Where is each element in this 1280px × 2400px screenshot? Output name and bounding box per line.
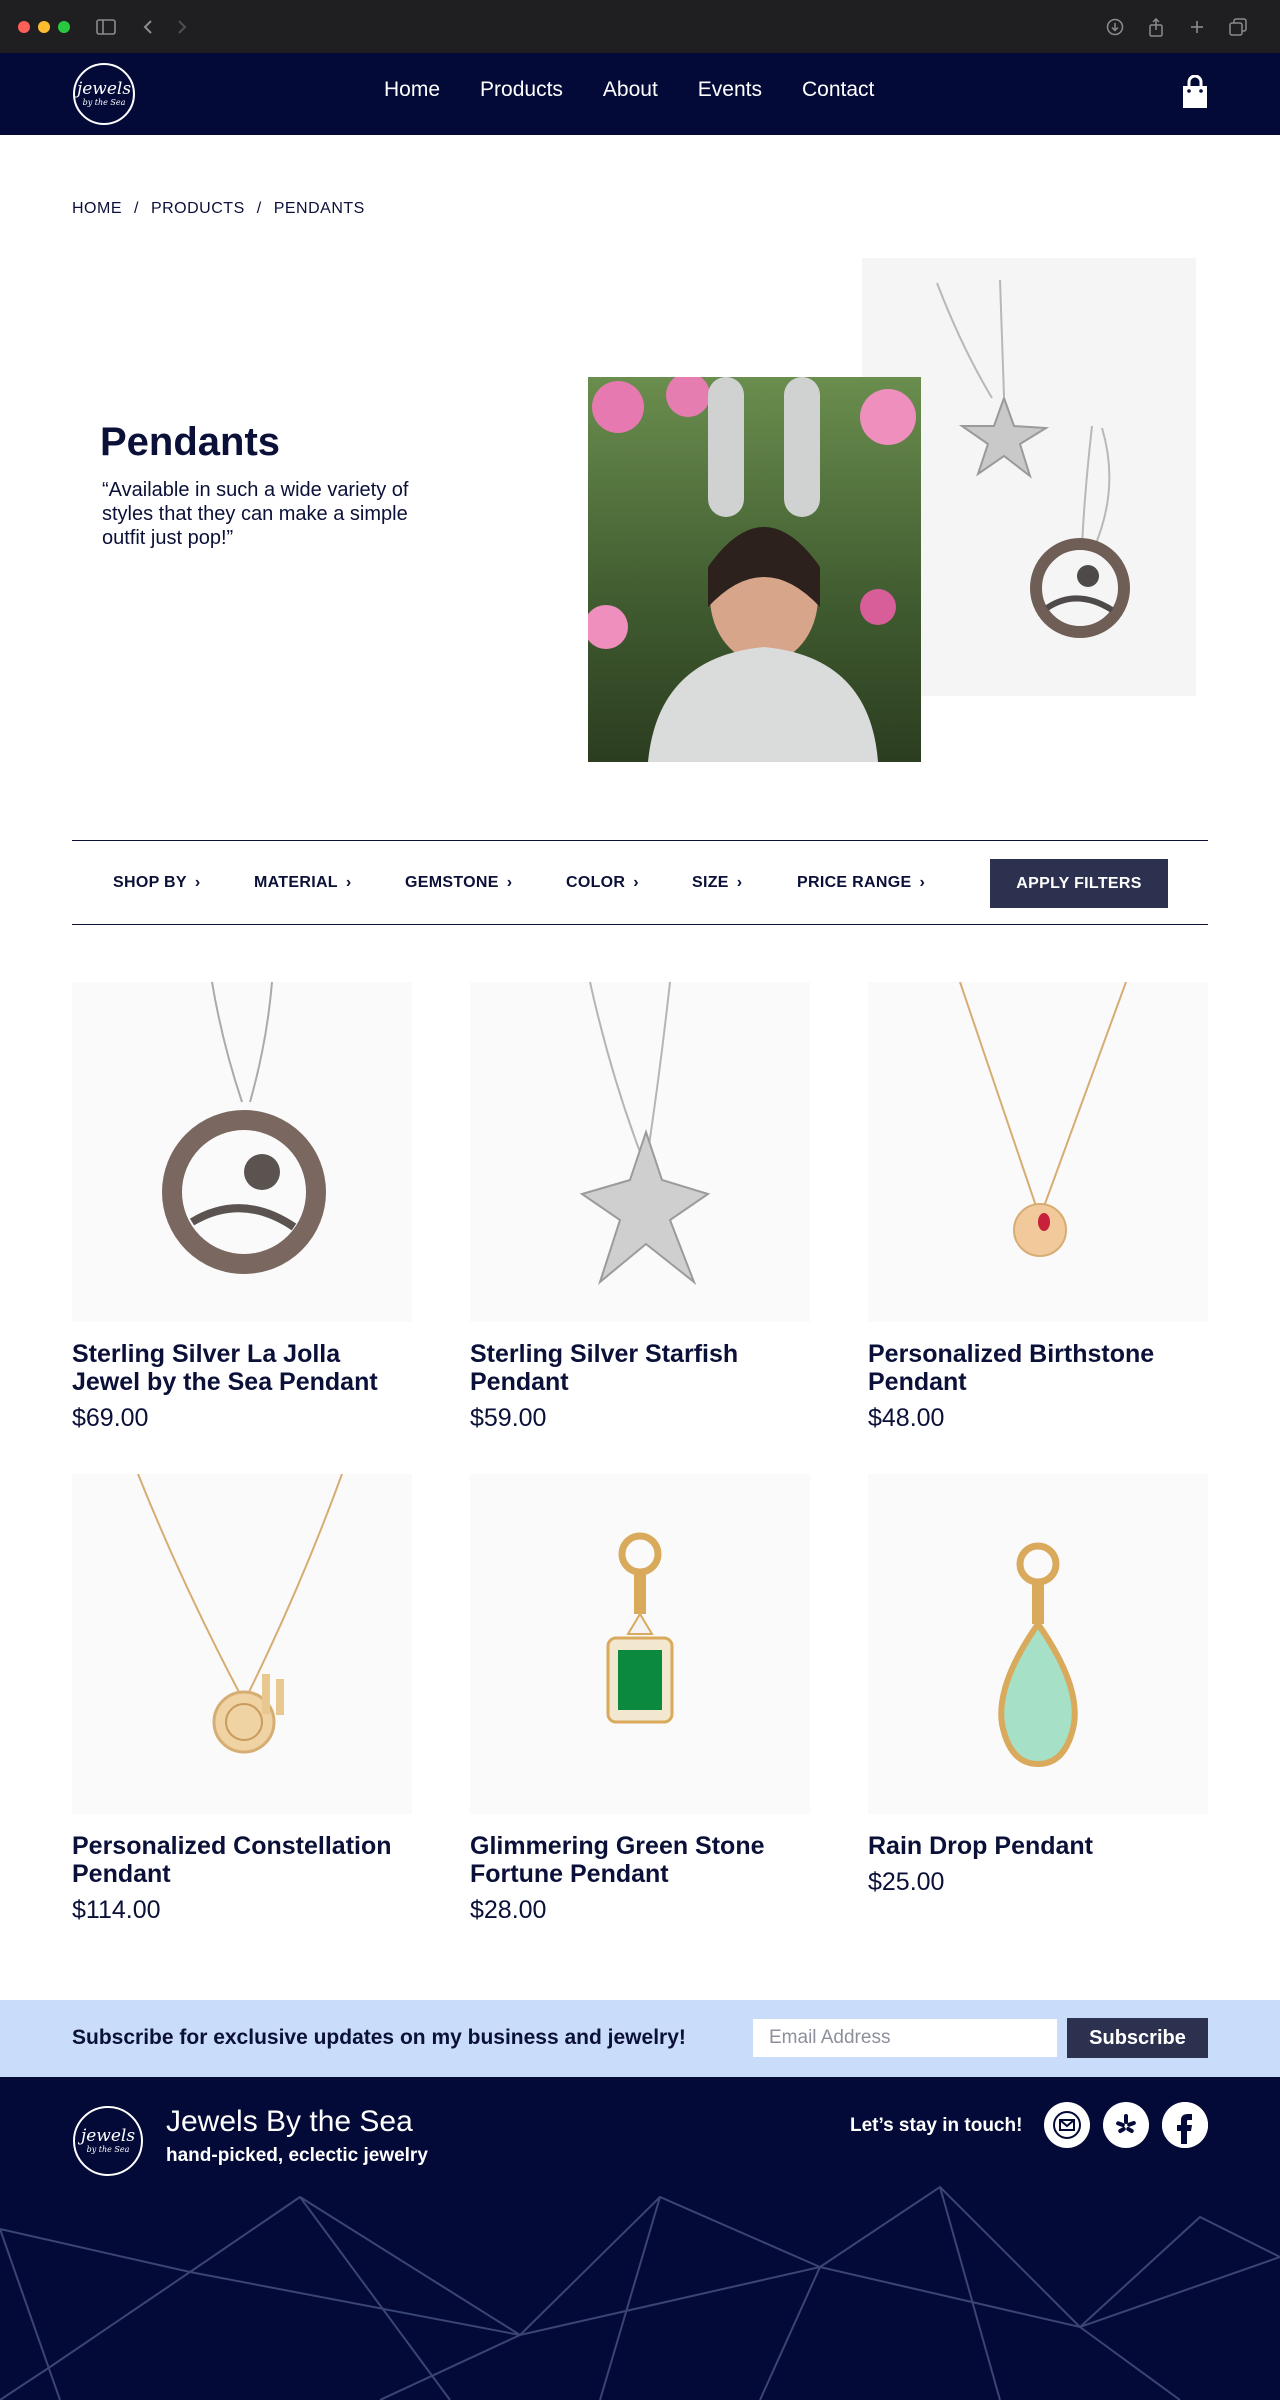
stay-in-touch-label: Let’s stay in touch! (850, 2115, 1023, 2136)
filter-color[interactable]: COLOR › (566, 874, 639, 892)
chevron-right-icon: › (736, 874, 743, 891)
chevron-right-icon: › (194, 874, 201, 891)
product-name[interactable]: Glimmering Green Stone Fortune Pendant (470, 1832, 790, 1888)
facebook-icon[interactable] (1162, 2102, 1208, 2148)
constellation-pendant-illustration (137, 1474, 343, 1754)
email-input[interactable] (752, 2018, 1058, 2058)
site-logo[interactable]: jewels by the Sea (73, 63, 135, 125)
filter-size[interactable]: SIZE › (692, 874, 742, 892)
subscribe-bar: Subscribe for exclusive updates on my bu… (0, 2000, 1280, 2077)
subscribe-text: Subscribe for exclusive updates on my bu… (72, 2026, 686, 2049)
filter-label: SHOP BY (113, 874, 187, 891)
apply-filters-button[interactable]: APPLY FILTERS (990, 859, 1168, 908)
breadcrumb-separator: / (256, 200, 262, 217)
rain-drop-pendant-illustration (998, 1542, 1078, 1768)
logo-text-line2: by the Sea (82, 98, 126, 107)
product-name[interactable]: Sterling Silver La Jolla Jewel by the Se… (72, 1340, 392, 1396)
product-image[interactable] (868, 1474, 1208, 1814)
filter-price-range[interactable]: PRICE RANGE › (797, 874, 925, 892)
product-name[interactable]: Personalized Constellation Pendant (72, 1832, 392, 1888)
product-card[interactable]: Sterling Silver Starfish Pendant $59.00 (470, 982, 810, 1432)
nav-home[interactable]: Home (384, 73, 440, 107)
product-price: $25.00 (868, 1868, 945, 1896)
page-title: Pendants (100, 420, 281, 464)
forward-arrow-icon[interactable] (170, 15, 194, 39)
filter-label: MATERIAL (254, 874, 338, 891)
site-footer: jewels by the Sea Jewels By the Sea hand… (0, 2077, 1280, 2400)
yelp-icon[interactable] (1103, 2102, 1149, 2148)
filter-shop-by[interactable]: SHOP BY › (113, 874, 200, 892)
breadcrumb-products[interactable]: PRODUCTS (151, 200, 245, 218)
hero-image-model (588, 377, 921, 762)
product-image[interactable] (470, 1474, 810, 1814)
product-card[interactable]: Personalized Constellation Pendant $114.… (72, 1474, 412, 1924)
filter-gemstone[interactable]: GEMSTONE › (405, 874, 512, 892)
sidebar-toggle-icon[interactable] (94, 15, 118, 39)
chevron-right-icon: › (919, 874, 926, 891)
main-nav: Home Products About Events Contact (384, 73, 914, 107)
breadcrumb-separator: / (134, 200, 139, 217)
product-price: $69.00 (72, 1404, 149, 1432)
product-image[interactable] (72, 1474, 412, 1814)
close-window-dot[interactable] (18, 21, 30, 33)
product-name[interactable]: Sterling Silver Starfish Pendant (470, 1340, 790, 1396)
mail-icon[interactable] (1044, 2102, 1090, 2148)
birthstone-pendant-illustration (959, 982, 1127, 1257)
logo-text-line2: by the Sea (86, 2145, 130, 2154)
product-name[interactable]: Rain Drop Pendant (868, 1832, 1188, 1860)
tab-overview-icon[interactable] (1226, 15, 1250, 39)
product-price: $48.00 (868, 1404, 945, 1432)
new-tab-icon[interactable] (1185, 15, 1209, 39)
maximize-window-dot[interactable] (58, 21, 70, 33)
breadcrumb-home[interactable]: HOME (72, 200, 122, 218)
minimize-window-dot[interactable] (38, 21, 50, 33)
subscribe-button[interactable]: Subscribe (1067, 2018, 1208, 2058)
product-image[interactable] (868, 982, 1208, 1322)
green-stone-pendant-illustration (606, 1532, 674, 1724)
product-card[interactable]: Sterling Silver La Jolla Jewel by the Se… (72, 982, 412, 1432)
nav-products[interactable]: Products (480, 73, 563, 107)
breadcrumb-pendants: PENDANTS (273, 200, 365, 217)
nav-contact[interactable]: Contact (802, 73, 874, 107)
filter-label: GEMSTONE (405, 874, 499, 891)
back-arrow-icon[interactable] (136, 15, 160, 39)
site-header: jewels by the Sea Home Products About Ev… (0, 53, 1280, 135)
filter-material[interactable]: MATERIAL › (254, 874, 352, 892)
share-icon[interactable] (1144, 15, 1168, 39)
browser-chrome (0, 0, 1280, 53)
product-image[interactable] (72, 982, 412, 1322)
la-jolla-pendant-illustration (162, 982, 326, 1274)
product-card[interactable]: Rain Drop Pendant $25.00 (868, 1474, 1208, 1896)
hero-quote: “Available in such a wide variety of sty… (102, 479, 409, 549)
chevron-right-icon: › (345, 874, 352, 891)
filter-label: PRICE RANGE (797, 874, 912, 891)
product-image[interactable] (470, 982, 810, 1322)
chevron-right-icon: › (506, 874, 513, 891)
filter-bar: SHOP BY › MATERIAL › GEMSTONE › COLOR › … (72, 840, 1208, 925)
logo-text-line1: jewels (80, 2126, 136, 2146)
product-card[interactable]: Personalized Birthstone Pendant $48.00 (868, 982, 1208, 1432)
nav-about[interactable]: About (603, 73, 658, 107)
product-card[interactable]: Glimmering Green Stone Fortune Pendant $… (470, 1474, 810, 1924)
product-price: $28.00 (470, 1896, 547, 1924)
shopping-bag-icon[interactable] (1180, 75, 1210, 111)
footer-brand-name: Jewels By the Sea (166, 2105, 413, 2138)
breadcrumb: HOME / PRODUCTS / PENDANTS (72, 200, 365, 218)
footer-tagline: hand-picked, eclectic jewelry (166, 2145, 428, 2166)
product-price: $59.00 (470, 1404, 547, 1432)
logo-text-line1: jewels (76, 79, 132, 99)
starfish-pendant-illustration (579, 982, 711, 1286)
filter-label: SIZE (692, 874, 729, 891)
chevron-right-icon: › (633, 874, 639, 891)
filter-label: COLOR (566, 874, 626, 891)
download-icon[interactable] (1103, 15, 1127, 39)
product-name[interactable]: Personalized Birthstone Pendant (868, 1340, 1188, 1396)
product-price: $114.00 (72, 1896, 161, 1924)
footer-logo[interactable]: jewels by the Sea (73, 2106, 143, 2176)
hero-model-illustration (588, 377, 916, 762)
nav-events[interactable]: Events (698, 73, 762, 107)
